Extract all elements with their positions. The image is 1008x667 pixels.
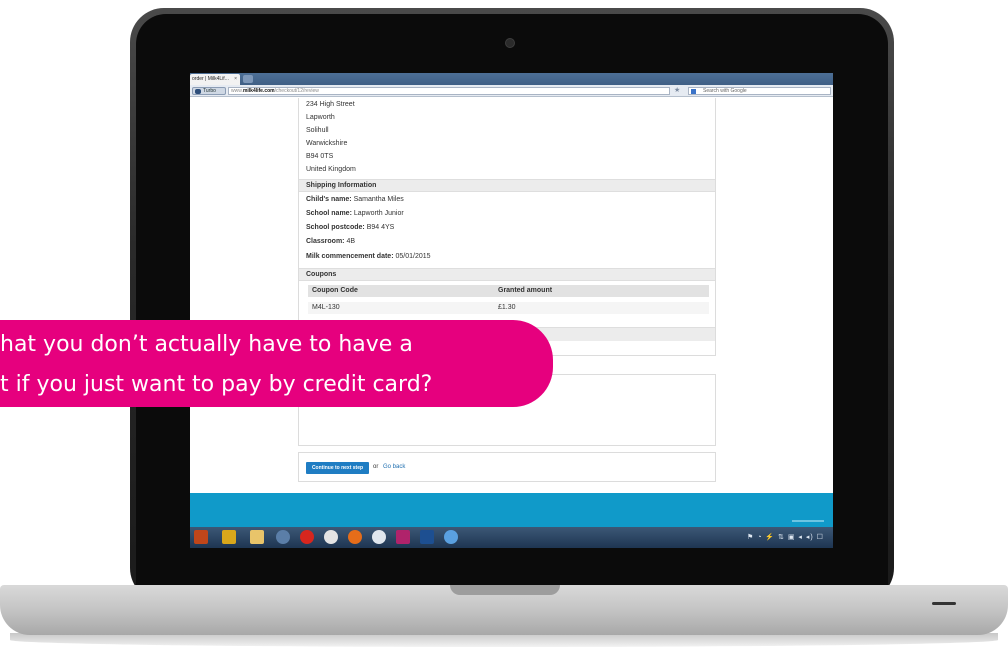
url-prefix: www. xyxy=(231,88,243,94)
url-domain: milk4life.com xyxy=(242,88,275,94)
turbo-label: Turbo xyxy=(203,88,216,94)
coupon-code-cell: M4L-130 xyxy=(312,304,340,311)
order-review-panel: 234 High Street Lapworth Solihull Warwic… xyxy=(298,98,716,356)
new-tab-button[interactable] xyxy=(243,75,253,83)
page-content: 234 High Street Lapworth Solihull Warwic… xyxy=(190,98,833,493)
childs-name-row: Child's name: Samantha Miles xyxy=(306,196,404,203)
scroll-indicator[interactable] xyxy=(792,520,824,522)
internet-explorer-icon[interactable] xyxy=(444,530,458,544)
classroom-row: Classroom: 4B xyxy=(306,238,355,245)
search-placeholder: Search with Google xyxy=(703,88,747,94)
site-footer xyxy=(190,493,833,527)
school-postcode-row: School postcode: B94 4YS xyxy=(306,224,394,231)
windows-taskbar: ⚑ ◔ ⚡ ⇅ ▣ ◂ ◂) ☐ xyxy=(190,527,833,548)
google-icon xyxy=(691,89,696,94)
bubble-line-1: hat you don’t actually have to have a xyxy=(0,332,413,357)
address-line: Warwickshire xyxy=(306,140,348,147)
address-line: Solihull xyxy=(306,127,329,134)
bookmark-star-icon[interactable]: ★ xyxy=(674,86,680,94)
opera-icon[interactable] xyxy=(300,530,314,544)
close-icon[interactable]: × xyxy=(234,74,237,85)
actions-panel: Continue to next step or Go back xyxy=(298,452,716,482)
bridge-app-icon[interactable] xyxy=(194,530,208,544)
laptop-indicator xyxy=(932,602,956,605)
browser-tabbar: order | Milk4Lif... × xyxy=(190,73,833,85)
address-line: Lapworth xyxy=(306,114,335,121)
continue-button[interactable]: Continue to next step xyxy=(306,462,369,474)
firefox-icon[interactable] xyxy=(348,530,362,544)
column-header: Coupon Code xyxy=(312,287,358,294)
turbo-button[interactable]: Turbo xyxy=(192,87,226,95)
folder-icon[interactable] xyxy=(250,530,264,544)
field-label: School postcode: xyxy=(306,224,365,231)
address-bar: Turbo www.milk4life.com/checkout/12/revi… xyxy=(190,85,833,97)
field-value: 4B xyxy=(346,238,356,245)
bubble-line-2: t if you just want to pay by credit card… xyxy=(0,372,433,397)
search-input[interactable]: Search with Google xyxy=(688,87,831,95)
turbo-icon xyxy=(195,89,201,94)
speech-bubble: hat you don’t actually have to have a t … xyxy=(0,320,553,407)
system-tray[interactable]: ⚑ ◔ ⚡ ⇅ ▣ ◂ ◂) ☐ xyxy=(747,533,824,541)
granted-amount-cell: £1.30 xyxy=(498,304,516,311)
field-label: School name: xyxy=(306,210,352,217)
milk-date-row: Milk commencement date: 05/01/2015 xyxy=(306,253,431,260)
laptop-notch xyxy=(450,585,560,595)
url-path: /checkout/12/review xyxy=(274,88,319,94)
laptop-shadow xyxy=(10,633,998,647)
indesign-icon[interactable] xyxy=(396,530,410,544)
field-value: B94 4YS xyxy=(366,224,395,231)
browser-tab[interactable]: order | Milk4Lif... × xyxy=(190,74,240,85)
steam-icon[interactable] xyxy=(324,530,338,544)
shipping-header: Shipping Information xyxy=(299,179,715,192)
field-label: Milk commencement date: xyxy=(306,253,394,260)
url-input[interactable]: www.milk4life.com/checkout/12/review xyxy=(228,87,670,95)
field-label: Child's name: xyxy=(306,196,352,203)
chrome-icon[interactable] xyxy=(372,530,386,544)
photo-stage: order | Milk4Lif... × Turbo www.milk4lif… xyxy=(0,0,1008,667)
go-back-link[interactable]: Go back xyxy=(383,464,405,470)
coupons-table-header: Coupon Code Granted amount xyxy=(308,285,709,297)
column-header: Granted amount xyxy=(498,287,553,294)
address-line: B94 0TS xyxy=(306,153,334,160)
table-row: M4L-130 £1.30 xyxy=(308,302,709,314)
address-line: United Kingdom xyxy=(306,166,356,173)
field-value: Lapworth Junior xyxy=(353,210,404,217)
field-value: 05/01/2015 xyxy=(395,253,431,260)
field-label: Classroom: xyxy=(306,238,345,245)
fireworks-app-icon[interactable] xyxy=(222,530,236,544)
coupons-header: Coupons xyxy=(299,268,715,281)
media-icon[interactable] xyxy=(276,530,290,544)
school-name-row: School name: Lapworth Junior xyxy=(306,210,404,217)
tab-title: order | Milk4Lif... xyxy=(192,76,229,82)
laptop-screen: order | Milk4Lif... × Turbo www.milk4lif… xyxy=(190,73,833,548)
address-line: 234 High Street xyxy=(306,101,355,108)
or-text: or xyxy=(373,464,379,470)
webcam-icon xyxy=(505,38,515,48)
field-value: Samantha Miles xyxy=(353,196,404,203)
photoshop-icon[interactable] xyxy=(420,530,434,544)
